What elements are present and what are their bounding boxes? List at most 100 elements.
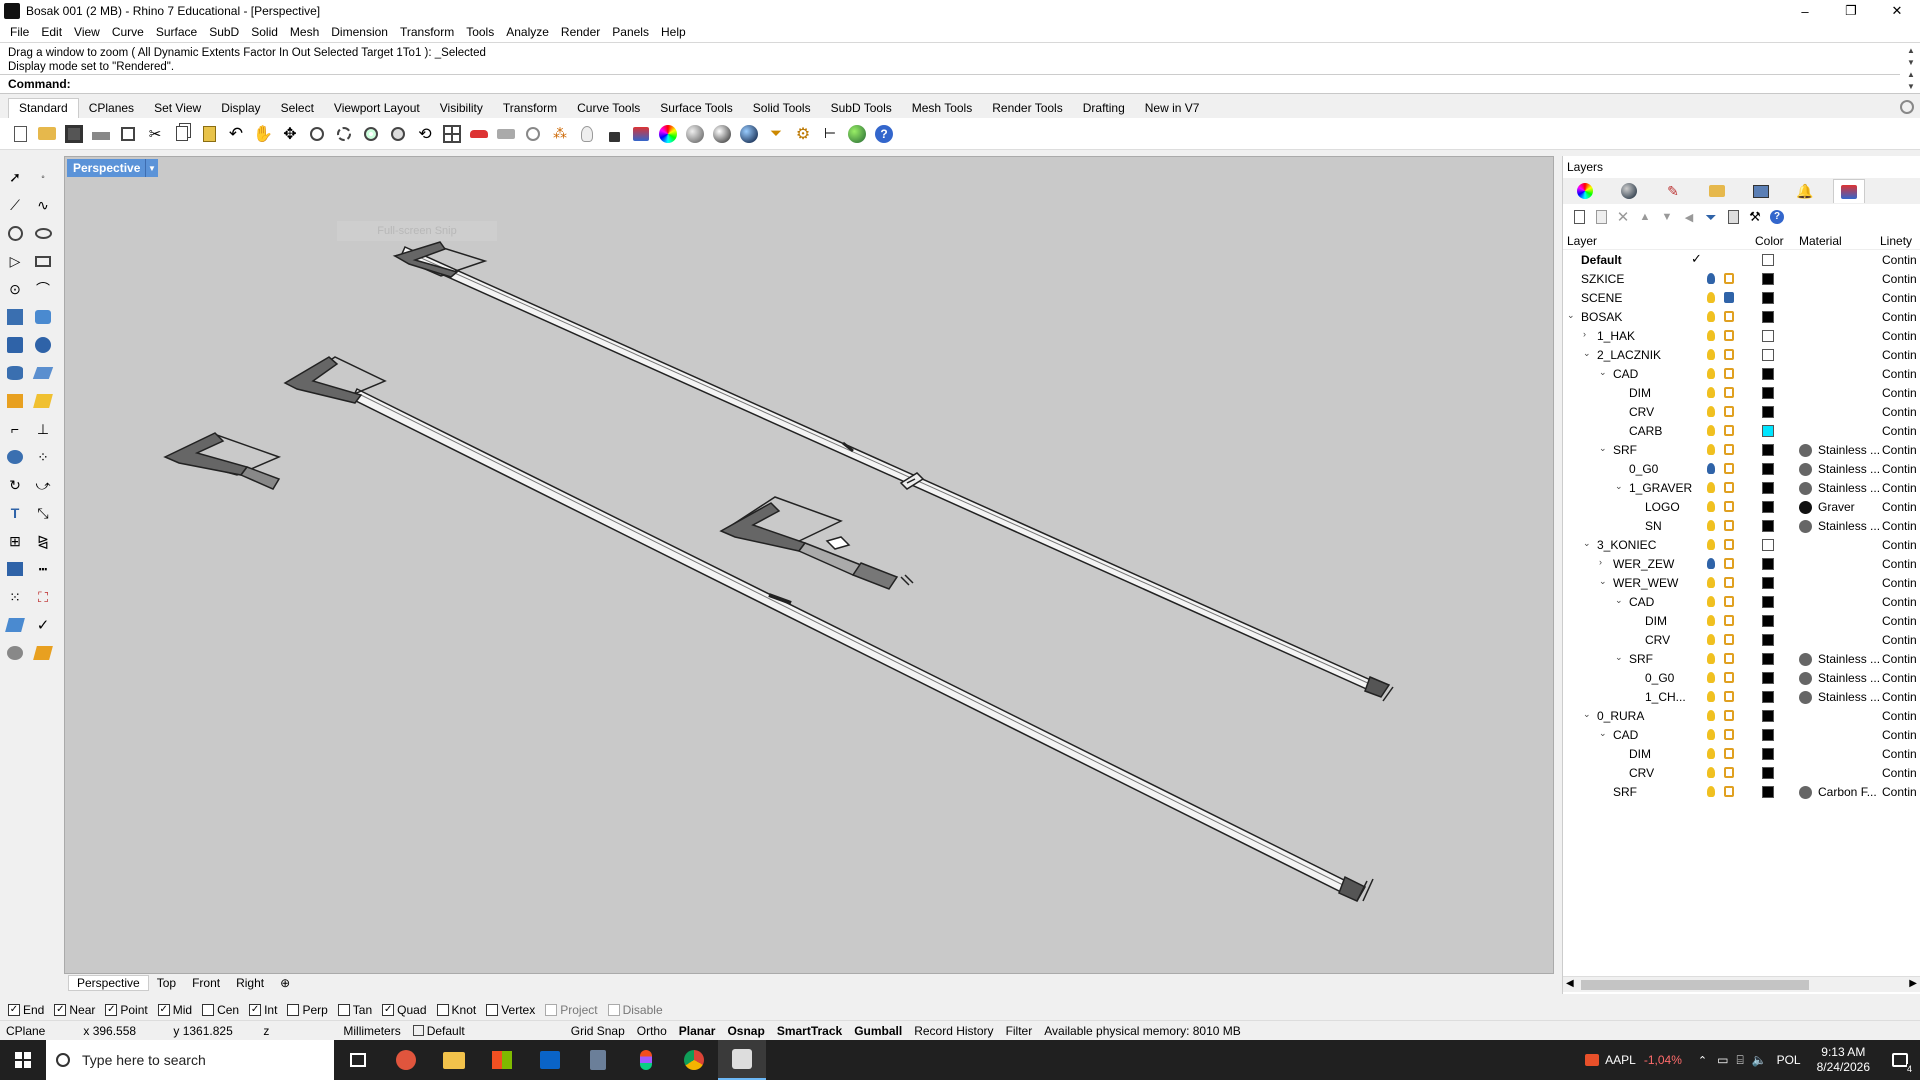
visibility-bulb-icon[interactable]: [1707, 349, 1715, 360]
layer-color-swatch[interactable]: [1762, 292, 1774, 304]
layers-tab-icon[interactable]: [1833, 179, 1865, 203]
visibility-bulb-icon[interactable]: [1707, 444, 1715, 455]
layer-row[interactable]: CRV Contin: [1563, 763, 1920, 782]
layer-color-swatch[interactable]: [1762, 501, 1774, 513]
unlocked-icon[interactable]: [1724, 767, 1734, 778]
layer-row[interactable]: 1_CH... Stainless ... Contin: [1563, 687, 1920, 706]
tab-drafting[interactable]: Drafting: [1073, 99, 1135, 118]
layer-name[interactable]: 1_GRAVER: [1629, 481, 1692, 495]
unlocked-icon[interactable]: [1724, 748, 1734, 759]
tab-select[interactable]: Select: [271, 99, 324, 118]
trim-icon[interactable]: ⊥: [32, 418, 54, 440]
layer-row[interactable]: ⌄ SRF Stainless ... Contin: [1563, 440, 1920, 459]
undo-view-icon[interactable]: ⟲: [413, 122, 437, 146]
layer-linetype[interactable]: Contin: [1882, 386, 1917, 400]
menu-solid[interactable]: Solid: [245, 25, 284, 39]
layer-color-swatch[interactable]: [1762, 729, 1774, 741]
box-solid-icon[interactable]: [4, 334, 26, 356]
layer-name[interactable]: SZKICE: [1581, 272, 1624, 286]
layer-linetype[interactable]: Contin: [1882, 310, 1917, 324]
visibility-bulb-icon[interactable]: [1707, 368, 1715, 379]
layer-linetype[interactable]: Contin: [1882, 367, 1917, 381]
column-linetype[interactable]: Linety: [1880, 234, 1912, 248]
volume-icon[interactable]: 🔈: [1752, 1053, 1767, 1067]
layer-row[interactable]: 0_G0 Stainless ... Contin: [1563, 668, 1920, 687]
layer-name[interactable]: SCENE: [1581, 291, 1622, 305]
layer-linetype[interactable]: Contin: [1882, 443, 1917, 457]
layer-row[interactable]: CARB Contin: [1563, 421, 1920, 440]
tab-visibility[interactable]: Visibility: [430, 99, 493, 118]
osnap-int-checkbox[interactable]: ✓: [249, 1004, 262, 1016]
taskbar-app-snip-icon[interactable]: [382, 1040, 430, 1080]
visibility-bulb-icon[interactable]: [1707, 710, 1715, 721]
layer-row[interactable]: ⌄ WER_WEW Contin: [1563, 573, 1920, 592]
viewport-menu-chevron-down-icon[interactable]: ▼: [145, 159, 158, 177]
rotate-icon[interactable]: ↻: [4, 474, 26, 496]
layer-row[interactable]: ⌄ 0_RURA Contin: [1563, 706, 1920, 725]
render-icon[interactable]: [32, 642, 54, 664]
layer-color-swatch[interactable]: [1762, 254, 1774, 266]
color-wheel-icon[interactable]: [656, 122, 680, 146]
tab-surface-tools[interactable]: Surface Tools: [650, 99, 743, 118]
unlocked-icon[interactable]: [1724, 615, 1734, 626]
collapse-chevron-right-icon[interactable]: ›: [1583, 329, 1593, 341]
layer-linetype[interactable]: Contin: [1882, 405, 1917, 419]
visibility-bulb-icon[interactable]: [1707, 273, 1715, 284]
move-up-icon[interactable]: ▲: [1635, 207, 1655, 227]
taskbar-search-box[interactable]: Type here to search: [46, 1040, 334, 1080]
unlocked-icon[interactable]: [1724, 368, 1734, 379]
layer-name[interactable]: DIM: [1629, 386, 1651, 400]
close-button[interactable]: ✕: [1874, 0, 1920, 22]
layer-name[interactable]: DIM: [1645, 614, 1667, 628]
unlocked-icon[interactable]: [1724, 330, 1734, 341]
osnap-mid[interactable]: ✓ Mid: [157, 1003, 192, 1017]
tab-subd-tools[interactable]: SubD Tools: [821, 99, 902, 118]
menu-analyze[interactable]: Analyze: [500, 25, 555, 39]
filter-icon[interactable]: ⏷: [1701, 207, 1721, 227]
layer-row[interactable]: 0_G0 Stainless ... Contin: [1563, 459, 1920, 478]
osnap-point[interactable]: ✓ Point: [105, 1003, 148, 1017]
visibility-bulb-icon[interactable]: [1707, 330, 1715, 341]
layer-color-swatch[interactable]: [1762, 482, 1774, 494]
layer-color-swatch[interactable]: [1762, 539, 1774, 551]
zoom-dynamic-icon[interactable]: [305, 122, 329, 146]
layer-linetype[interactable]: Contin: [1882, 348, 1917, 362]
column-layer[interactable]: Layer: [1567, 234, 1597, 248]
layer-linetype[interactable]: Contin: [1882, 538, 1917, 552]
layer-color-swatch[interactable]: [1762, 672, 1774, 684]
rotate-view-icon[interactable]: ✥: [278, 122, 302, 146]
layer-row[interactable]: DIM Contin: [1563, 611, 1920, 630]
polyline-icon[interactable]: ⟋: [4, 194, 26, 216]
unlocked-icon[interactable]: [1724, 444, 1734, 455]
tab-render-tools[interactable]: Render Tools: [982, 99, 1073, 118]
history-icon[interactable]: ⛶: [32, 586, 54, 608]
unlocked-icon[interactable]: [1724, 539, 1734, 550]
camera-icon[interactable]: [494, 122, 518, 146]
layer-material[interactable]: Stainless ...: [1818, 462, 1880, 476]
osnap-vertex-checkbox[interactable]: [486, 1004, 499, 1016]
arc-icon[interactable]: ⌒: [32, 278, 54, 300]
visibility-bulb-icon[interactable]: [1707, 539, 1715, 550]
collapse-chevron-right-icon[interactable]: ›: [1599, 557, 1609, 569]
outlook-icon[interactable]: [526, 1040, 574, 1080]
layer-linetype[interactable]: Contin: [1882, 614, 1917, 628]
osnap-toggle[interactable]: Osnap: [721, 1024, 770, 1038]
layer-name[interactable]: DIM: [1629, 747, 1651, 761]
layer-row[interactable]: ⌄ BOSAK Contin: [1563, 307, 1920, 326]
layer-linetype[interactable]: Contin: [1882, 462, 1917, 476]
visibility-bulb-icon[interactable]: [1707, 596, 1715, 607]
task-view-icon[interactable]: [334, 1040, 382, 1080]
osnap-disable-checkbox[interactable]: [607, 1004, 620, 1016]
layer-name[interactable]: SRF: [1629, 652, 1653, 666]
zoom-selected-icon[interactable]: [386, 122, 410, 146]
tab-standard[interactable]: Standard: [8, 98, 79, 118]
visibility-bulb-icon[interactable]: [1707, 463, 1715, 474]
layer-name[interactable]: CAD: [1629, 595, 1654, 609]
visibility-bulb-icon[interactable]: [1707, 406, 1715, 417]
subd-icon[interactable]: [32, 390, 54, 412]
layer-color-swatch[interactable]: [1762, 463, 1774, 475]
array-line-icon[interactable]: ┅: [32, 558, 54, 580]
osnap-tan[interactable]: Tan: [337, 1003, 372, 1017]
new-layer-icon[interactable]: [1569, 207, 1589, 227]
layer-name[interactable]: 0_RURA: [1597, 709, 1644, 723]
